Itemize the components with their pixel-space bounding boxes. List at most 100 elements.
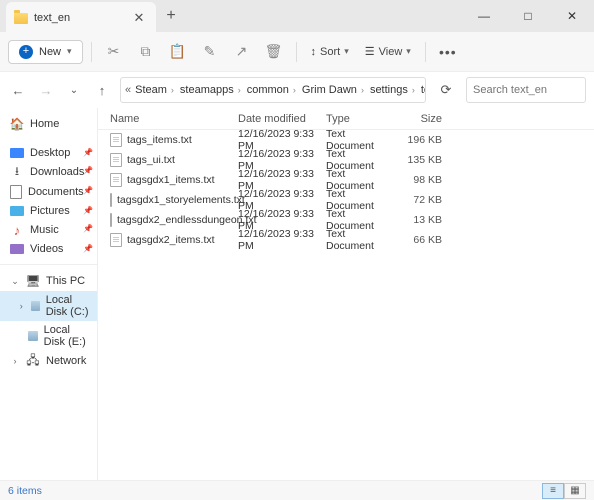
file-size: 66 KB — [396, 234, 444, 246]
pin-icon: 📌 — [83, 206, 93, 215]
sidebar-item-label: Documents — [28, 186, 84, 198]
file-name: tagsgdx2_items.txt — [127, 234, 215, 246]
sidebar-item-network[interactable]: ›🖧Network — [0, 351, 97, 371]
pin-icon: 📌 — [83, 148, 93, 157]
details-view-button[interactable]: ≡ — [542, 483, 564, 499]
file-icon — [110, 173, 122, 187]
title-bar: text_en ✕ + — □ ✕ — [0, 0, 594, 32]
view-toggle: ≡ ▦ — [542, 483, 586, 499]
copy-icon[interactable]: ⧉ — [132, 38, 160, 66]
file-size: 196 KB — [396, 134, 444, 146]
rename-icon[interactable]: ✎ — [196, 38, 224, 66]
file-name: tagsgdx2_endlessdungeon.txt — [117, 214, 257, 226]
videos-icon — [10, 244, 24, 254]
music-icon: ♪ — [10, 223, 24, 237]
column-headers: Name Date modified Type Size — [98, 108, 594, 130]
view-icon: ☰ — [365, 45, 375, 58]
chevron-down-icon: ▾ — [406, 46, 411, 57]
column-header-size[interactable]: Size — [396, 113, 444, 125]
table-row[interactable]: tagsgdx2_endlessdungeon.txt12/16/2023 9:… — [98, 210, 594, 230]
sidebar-item-label: Local Disk (E:) — [44, 324, 93, 348]
up-button[interactable]: ↑ — [92, 80, 112, 100]
toolbar: + New ▾ ✂ ⧉ 📋 ✎ ↗ 🗑 ↕ Sort ▾ ☰ View ▾ ••… — [0, 32, 594, 72]
expand-icon[interactable]: › — [18, 301, 25, 311]
folder-icon — [14, 13, 28, 24]
separator — [91, 42, 92, 62]
chevron-right-icon: › — [412, 85, 415, 95]
status-bar: 6 items ≡ ▦ — [0, 480, 594, 500]
chevron-right-icon: › — [238, 85, 241, 95]
file-icon — [110, 233, 122, 247]
file-type: Text Document — [326, 228, 396, 252]
close-window-button[interactable]: ✕ — [550, 0, 594, 32]
chevron-right-icon: › — [361, 85, 364, 95]
share-icon[interactable]: ↗ — [228, 38, 256, 66]
paste-icon[interactable]: 📋 — [164, 38, 192, 66]
file-size: 135 KB — [396, 154, 444, 166]
table-row[interactable]: tags_items.txt12/16/2023 9:33 PMText Doc… — [98, 130, 594, 150]
view-button[interactable]: ☰ View ▾ — [359, 41, 417, 62]
sidebar-item-home[interactable]: 🏠 Home — [0, 114, 97, 134]
file-size: 13 KB — [396, 214, 444, 226]
search-input[interactable]: ⌕ — [466, 77, 586, 103]
sidebar-item-this-pc[interactable]: ⌄🖥This PC — [0, 271, 97, 291]
column-header-name[interactable]: Name — [98, 113, 238, 125]
sidebar: 🏠 Home Desktop📌 ⭳Downloads📌 Documents📌 P… — [0, 108, 98, 480]
sort-icon: ↕ — [311, 46, 317, 58]
overflow-icon[interactable]: « — [125, 84, 131, 96]
search-field[interactable] — [473, 84, 594, 96]
forward-button[interactable]: → — [36, 80, 56, 100]
close-tab-icon[interactable]: ✕ — [132, 11, 146, 25]
breadcrumb-item[interactable]: Steam› — [133, 84, 176, 96]
minimize-button[interactable]: — — [462, 0, 506, 32]
file-name: tags_items.txt — [127, 134, 192, 146]
sidebar-item-documents[interactable]: Documents📌 — [0, 182, 97, 202]
sidebar-item-label: This PC — [46, 275, 85, 287]
column-header-type[interactable]: Type — [326, 113, 396, 125]
home-icon: 🏠 — [10, 117, 24, 131]
sidebar-item-downloads[interactable]: ⭳Downloads📌 — [0, 162, 97, 182]
back-button[interactable]: ← — [8, 80, 28, 100]
address-row: ← → ⌄ ↑ « Steam› steamapps› common› Grim… — [0, 72, 594, 108]
pictures-icon — [10, 206, 24, 216]
table-row[interactable]: tagsgdx2_items.txt12/16/2023 9:33 PMText… — [98, 230, 594, 250]
window-tab[interactable]: text_en ✕ — [6, 2, 156, 34]
file-icon — [110, 193, 112, 207]
breadcrumb-item[interactable]: Grim Dawn› — [300, 84, 366, 96]
breadcrumb-item[interactable]: settings› — [368, 84, 417, 96]
refresh-button[interactable]: ⟳ — [434, 78, 458, 102]
breadcrumb-item[interactable]: steamapps› — [178, 84, 243, 96]
collapse-icon[interactable]: ⌄ — [10, 276, 20, 287]
breadcrumb-item[interactable]: text_en — [419, 84, 426, 96]
add-tab-button[interactable]: + — [156, 0, 186, 32]
delete-icon[interactable]: 🗑 — [260, 38, 288, 66]
thumbnails-view-button[interactable]: ▦ — [564, 483, 586, 499]
chevron-right-icon: › — [171, 85, 174, 95]
sidebar-item-desktop[interactable]: Desktop📌 — [0, 144, 97, 162]
item-count: 6 items — [8, 485, 42, 497]
table-row[interactable]: tagsgdx1_storyelements.txt12/16/2023 9:3… — [98, 190, 594, 210]
table-row[interactable]: tagsgdx1_items.txt12/16/2023 9:33 PMText… — [98, 170, 594, 190]
expand-icon[interactable]: › — [10, 356, 20, 366]
breadcrumb-item[interactable]: common› — [245, 84, 298, 96]
sidebar-item-drive-e[interactable]: Local Disk (E:) — [0, 321, 97, 351]
file-icon — [110, 153, 122, 167]
sidebar-item-label: Network — [46, 355, 86, 367]
file-icon — [110, 133, 122, 147]
pin-icon: 📌 — [83, 224, 93, 233]
sidebar-item-pictures[interactable]: Pictures📌 — [0, 202, 97, 220]
sidebar-item-videos[interactable]: Videos📌 — [0, 240, 97, 258]
sidebar-item-drive-c[interactable]: ›Local Disk (C:) — [0, 291, 97, 321]
sidebar-item-music[interactable]: ♪Music📌 — [0, 220, 97, 240]
separator — [296, 42, 297, 62]
more-button[interactable]: ••• — [434, 38, 462, 66]
chevron-down-icon[interactable]: ⌄ — [64, 80, 84, 100]
cut-icon[interactable]: ✂ — [100, 38, 128, 66]
maximize-button[interactable]: □ — [506, 0, 550, 32]
column-header-date[interactable]: Date modified — [238, 113, 326, 125]
table-row[interactable]: tags_ui.txt12/16/2023 9:33 PMText Docume… — [98, 150, 594, 170]
file-size: 98 KB — [396, 174, 444, 186]
new-button[interactable]: + New ▾ — [8, 40, 83, 64]
breadcrumb[interactable]: « Steam› steamapps› common› Grim Dawn› s… — [120, 77, 426, 103]
sort-button[interactable]: ↕ Sort ▾ — [305, 42, 355, 62]
